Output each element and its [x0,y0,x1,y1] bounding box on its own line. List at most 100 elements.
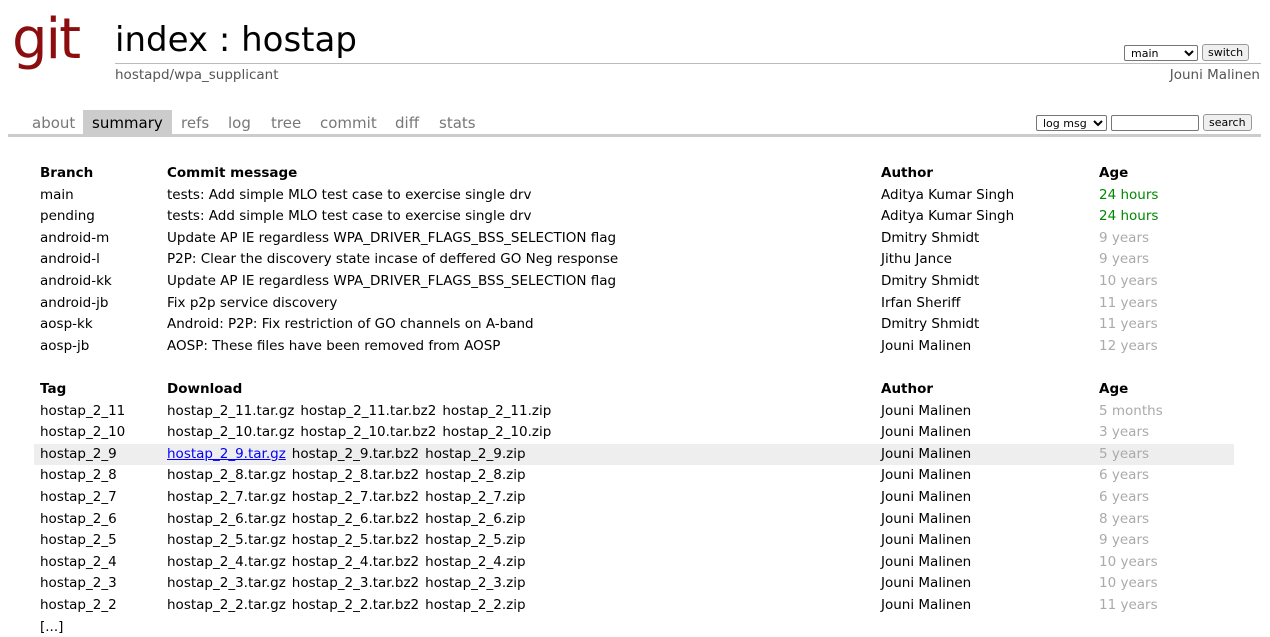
tag-name-link[interactable]: hostap_2_6 [40,509,117,531]
download-link[interactable]: hostap_2_8.zip [425,467,525,483]
tag-author: Jouni Malinen [881,510,972,527]
tag-name-link[interactable]: hostap_2_9 [40,444,117,466]
commit-message-link[interactable]: tests: Add simple MLO test case to exerc… [167,185,531,207]
download-link[interactable]: hostap_2_6.zip [425,511,525,527]
download-link[interactable]: hostap_2_10.tar.gz [167,424,294,440]
tag-name-link[interactable]: hostap_2_7 [40,487,117,509]
branch-rows: main tests: Add simple MLO test case to e… [34,185,1234,358]
branch-name-link[interactable]: main [40,185,74,207]
commit-age: 9 years [1099,251,1150,268]
download-link[interactable]: hostap_2_11.tar.bz2 [300,403,436,419]
commit-message-column-header: Commit message [167,165,298,181]
tag-row: hostap_2_11 hostap_2_11.tar.gz hostap_2_11… [34,401,1234,423]
download-links: hostap_2_9.tar.gz hostap_2_9.tar.bz2 hosta… [167,444,532,466]
download-link[interactable]: hostap_2_9.zip [425,446,525,462]
download-link[interactable]: hostap_2_6.tar.bz2 [292,511,419,527]
download-link[interactable]: hostap_2_2.tar.bz2 [292,597,419,613]
tag-author: Jouni Malinen [881,575,972,592]
commit-message-link[interactable]: Update AP IE regardless WPA_DRIVER_FLAGS… [167,228,616,250]
commit-message-link[interactable]: tests: Add simple MLO test case to exerc… [167,206,531,228]
download-link[interactable]: hostap_2_4.zip [425,554,525,570]
branch-name-link[interactable]: pending [40,206,95,228]
tag-name-link[interactable]: hostap_2_5 [40,530,117,552]
tag-name-link[interactable]: hostap_2_3 [40,573,117,595]
commit-message-link[interactable]: Fix p2p service discovery [167,293,337,315]
tag-name-link[interactable]: hostap_2_8 [40,465,117,487]
tab-refs[interactable]: refs [172,110,218,134]
tab-commit[interactable]: commit [311,110,386,134]
tag-row: hostap_2_10 hostap_2_10.tar.gz hostap_2_10… [34,422,1234,444]
tag-name-link[interactable]: hostap_2_10 [40,422,125,444]
download-links: hostap_2_5.tar.gz hostap_2_5.tar.bz2 hosta… [167,530,532,552]
tab-log[interactable]: log [219,110,260,134]
tag-age-column-header: Age [1099,381,1129,397]
download-link[interactable]: hostap_2_8.tar.gz [167,467,286,483]
branch-table-header: Branch Commit message Author Age [34,163,1234,185]
commit-message-link[interactable]: Android: P2P: Fix restriction of GO chan… [167,314,534,336]
download-link[interactable]: hostap_2_4.tar.gz [167,554,286,570]
download-link[interactable]: hostap_2_10.zip [442,424,551,440]
download-link[interactable]: hostap_2_2.zip [425,597,525,613]
download-links: hostap_2_11.tar.gz hostap_2_11.tar.bz2 hos… [167,401,557,423]
tab-diff[interactable]: diff [386,110,428,134]
author-column-header: Author [881,165,934,181]
download-link[interactable]: hostap_2_4.tar.bz2 [292,554,419,570]
branch-name-link[interactable]: android-jb [40,293,108,315]
tag-name-link[interactable]: hostap_2_11 [40,401,125,423]
download-link[interactable]: hostap_2_2.tar.gz [167,597,286,613]
tag-age: 11 years [1099,596,1158,613]
download-link[interactable]: hostap_2_5.tar.gz [167,532,286,548]
download-link[interactable]: hostap_2_3.zip [425,575,525,591]
branch-select[interactable]: main [1124,44,1198,61]
download-link[interactable]: hostap_2_7.tar.bz2 [292,489,419,505]
more-tags-link[interactable]: [...] [40,617,63,637]
search-type-select[interactable]: log msg [1036,114,1107,131]
tab-about[interactable]: about [23,110,84,134]
branch-name-link[interactable]: aosp-jb [40,336,89,358]
download-link[interactable]: hostap_2_11.tar.gz [167,403,294,419]
download-link[interactable]: hostap_2_7.zip [425,489,525,505]
branch-name-link[interactable]: android-l [40,249,100,271]
download-link[interactable]: hostap_2_6.tar.gz [167,511,286,527]
tag-author: Jouni Malinen [881,424,972,441]
tag-age: 5 months [1099,402,1163,419]
git-logo[interactable]: git [12,12,81,68]
download-column-header: Download [167,381,243,397]
commit-message-link[interactable]: P2P: Clear the discovery state incase of… [167,249,618,271]
tag-row: hostap_2_2 hostap_2_2.tar.gz hostap_2_2.ta… [34,595,1234,617]
tag-author: Jouni Malinen [881,445,972,462]
download-link[interactable]: hostap_2_9.tar.bz2 [292,446,419,462]
commit-age: 9 years [1099,229,1150,246]
download-link[interactable]: hostap_2_3.tar.bz2 [292,575,419,591]
commit-message-link[interactable]: Update AP IE regardless WPA_DRIVER_FLAGS… [167,271,616,293]
branch-name-link[interactable]: android-m [40,228,109,250]
commit-message-link[interactable]: AOSP: These files have been removed from… [167,336,500,358]
download-link[interactable]: hostap_2_9.tar.gz [167,446,286,462]
tag-row: hostap_2_8 hostap_2_8.tar.gz hostap_2_8.ta… [34,465,1234,487]
search-input[interactable] [1111,114,1199,131]
tag-row: hostap_2_3 hostap_2_3.tar.gz hostap_2_3.ta… [34,573,1234,595]
search-button[interactable]: search [1203,114,1252,131]
download-links: hostap_2_7.tar.gz hostap_2_7.tar.bz2 hosta… [167,487,532,509]
commit-age: 11 years [1099,294,1158,311]
download-link[interactable]: hostap_2_3.tar.gz [167,575,286,591]
tag-age: 6 years [1099,467,1150,484]
download-link[interactable]: hostap_2_5.zip [425,532,525,548]
commit-author: Dmitry Shmidt [881,229,980,246]
tag-name-link[interactable]: hostap_2_2 [40,595,117,617]
tab-tree[interactable]: tree [262,110,310,134]
branch-name-link[interactable]: android-kk [40,271,112,293]
download-link[interactable]: hostap_2_8.tar.bz2 [292,467,419,483]
tag-age: 9 years [1099,532,1150,549]
download-link[interactable]: hostap_2_5.tar.bz2 [292,532,419,548]
tag-name-link[interactable]: hostap_2_4 [40,552,117,574]
branch-name-link[interactable]: aosp-kk [40,314,93,336]
tab-stats[interactable]: stats [430,110,485,134]
download-link[interactable]: hostap_2_11.zip [442,403,551,419]
download-link[interactable]: hostap_2_10.tar.bz2 [300,424,436,440]
switch-button[interactable]: switch [1202,44,1250,61]
branch-switcher: main switch [1124,44,1250,61]
tab-summary[interactable]: summary [83,110,172,134]
tag-row: hostap_2_9 hostap_2_9.tar.gz hostap_2_9.ta… [34,443,1234,466]
download-link[interactable]: hostap_2_7.tar.gz [167,489,286,505]
